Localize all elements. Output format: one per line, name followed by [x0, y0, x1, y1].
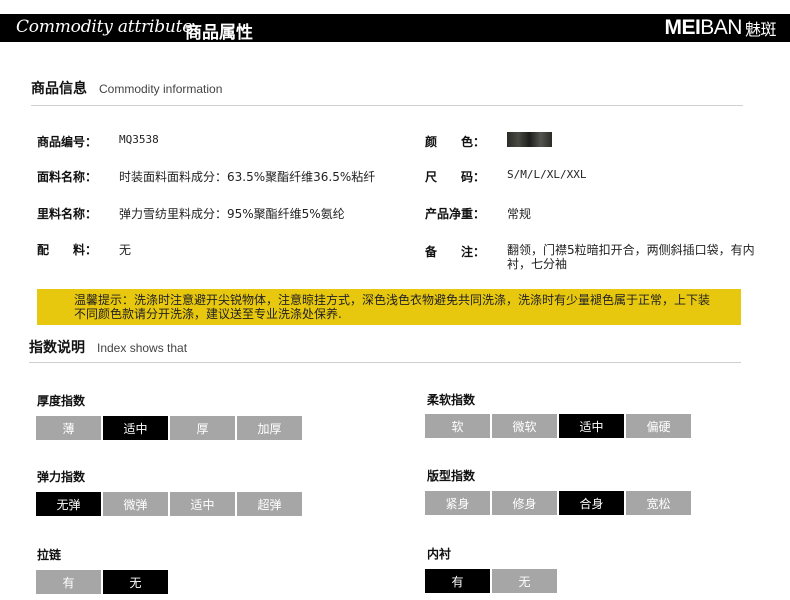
index-chips-thickness: 薄 适中 厚 加厚 — [36, 416, 304, 440]
index-title-lining: 内衬 — [427, 547, 452, 561]
care-notice-line-1: 温馨提示：洗涤时注意避开尖锐物体，注意晾挂方式，深色浅色衣物避免共同洗涤，洗涤时… — [74, 293, 711, 307]
info-label: 面料名称： — [37, 170, 98, 184]
info-label: 配 料： — [37, 243, 98, 257]
brand-logo-part-2: BAN — [700, 16, 742, 39]
index-chips-elasticity: 无弹 微弹 适中 超弹 — [36, 492, 304, 516]
index-chips-softness: 软 微软 适中 偏硬 — [425, 414, 693, 438]
info-label: 备 注： — [425, 245, 486, 259]
index-title-elasticity: 弹力指数 — [37, 470, 86, 484]
info-value: 常规 — [507, 207, 532, 221]
header-bar: Commodity attribute 商品属性 MEI BAN 魅斑 — [0, 14, 790, 43]
index-chip: 超弹 — [237, 492, 302, 516]
info-value: S/M/L/XL/XXL — [507, 168, 587, 181]
brand-logo: MEI BAN 魅斑 — [664, 16, 777, 39]
info-label: 商品编号： — [37, 135, 98, 149]
index-chip: 适中 — [559, 414, 624, 438]
info-row-remarks: 备 注： 翻领，门襟5粒暗扣开合，两侧斜插口袋，有内衬，七分袖 — [425, 243, 777, 271]
color-swatch — [507, 132, 552, 147]
info-row-fabric: 面料名称： 时装面料面料成分：63.5%聚酯纤维36.5%粘纤 — [37, 168, 375, 185]
info-label: 产品净重： — [425, 207, 486, 221]
index-chip: 微弹 — [103, 492, 168, 516]
info-row-color: 颜 色： — [425, 132, 552, 150]
index-chip: 无 — [103, 570, 168, 594]
index-chip: 偏硬 — [626, 414, 691, 438]
index-chip: 修身 — [492, 491, 557, 515]
index-chip: 紧身 — [425, 491, 490, 515]
index-section-title-en: Index shows that — [97, 341, 188, 355]
index-chip: 薄 — [36, 416, 101, 440]
info-label: 里料名称： — [37, 207, 98, 221]
index-chips-zipper: 有 无 — [36, 570, 170, 594]
index-title-zipper: 拉链 — [37, 548, 62, 562]
care-notice-line-2: 不同颜色款请分开洗涤，建议送至专业洗涤处保养. — [74, 307, 342, 321]
info-label: 颜 色： — [425, 135, 486, 149]
index-chip: 有 — [36, 570, 101, 594]
info-section-heading: 商品信息 Commodity information — [31, 78, 222, 98]
info-row-weight: 产品净重： 常规 — [425, 205, 531, 222]
index-section-divider — [29, 362, 741, 363]
info-section-title-en: Commodity information — [99, 82, 223, 96]
index-chip: 无弹 — [36, 492, 101, 516]
info-section-title-cn: 商品信息 — [31, 81, 87, 97]
header-title-en: Commodity attribute — [16, 17, 193, 37]
index-chip: 有 — [425, 569, 490, 593]
index-title-fit: 版型指数 — [427, 469, 476, 483]
index-chip: 厚 — [170, 416, 235, 440]
info-row-accessories: 配 料： 无 — [37, 241, 131, 258]
info-value: 弹力雪纺里料成分：95%聚酯纤维5%氨纶 — [119, 207, 345, 221]
index-section-heading: 指数说明 Index shows that — [29, 337, 187, 357]
index-chip: 微软 — [492, 414, 557, 438]
index-chips-lining: 有 无 — [425, 569, 559, 593]
index-chips-fit: 紧身 修身 合身 宽松 — [425, 491, 693, 515]
info-value: MQ3538 — [119, 133, 159, 146]
brand-logo-part-3: 魅斑 — [744, 22, 777, 39]
info-row-size: 尺 码： S/M/L/XL/XXL — [425, 168, 586, 185]
info-value: 无 — [119, 243, 132, 257]
index-chip: 宽松 — [626, 491, 691, 515]
info-section-divider — [31, 105, 743, 106]
index-chip: 合身 — [559, 491, 624, 515]
info-value: 翻领，门襟5粒暗扣开合，两侧斜插口袋，有内衬，七分袖 — [507, 243, 755, 271]
info-label: 尺 码： — [425, 170, 486, 184]
info-row-lining: 里料名称： 弹力雪纺里料成分：95%聚酯纤维5%氨纶 — [37, 205, 345, 222]
index-chip: 适中 — [103, 416, 168, 440]
index-title-thickness: 厚度指数 — [37, 394, 86, 408]
info-value: 时装面料面料成分：63.5%聚酯纤维36.5%粘纤 — [119, 170, 376, 184]
index-title-softness: 柔软指数 — [427, 393, 476, 407]
index-section-title-cn: 指数说明 — [29, 340, 85, 356]
index-chip: 无 — [492, 569, 557, 593]
header-title-cn: 商品属性 — [185, 23, 253, 43]
care-notice: 温馨提示：洗涤时注意避开尖锐物体，注意晾挂方式，深色浅色衣物避免共同洗涤，洗涤时… — [37, 289, 741, 325]
index-chip: 适中 — [170, 492, 235, 516]
brand-logo-part-1: MEI — [664, 16, 701, 39]
info-row-item-number: 商品编号： MQ3538 — [37, 133, 159, 150]
index-chip: 加厚 — [237, 416, 302, 440]
index-chip: 软 — [425, 414, 490, 438]
